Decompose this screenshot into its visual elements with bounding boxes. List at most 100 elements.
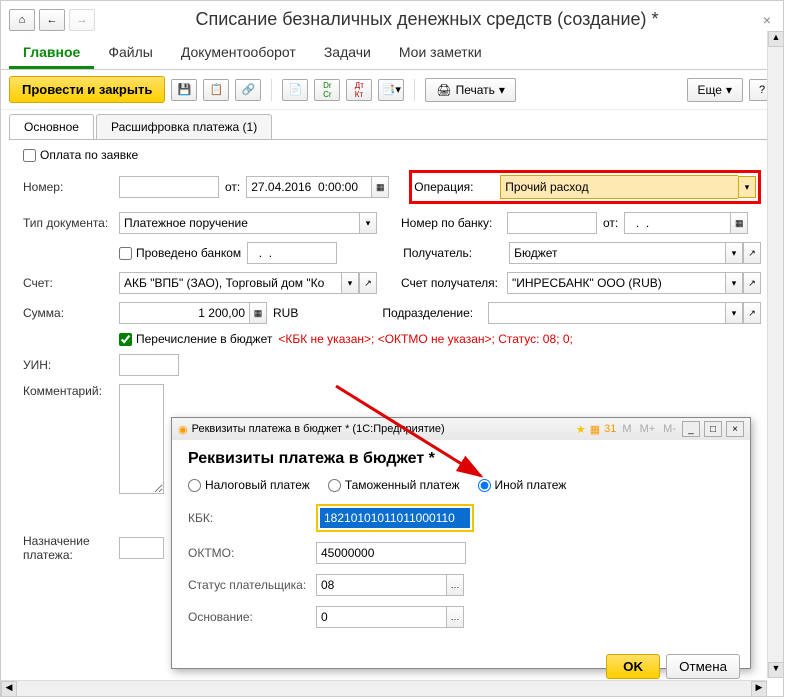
dialog-title-text: Реквизиты платежа в бюджет * (1С:Предпри… bbox=[192, 423, 572, 435]
calendar-dlg-icon[interactable]: 31 bbox=[604, 423, 616, 435]
basis-input[interactable] bbox=[316, 606, 446, 628]
kbk-input[interactable] bbox=[320, 508, 470, 528]
separator bbox=[414, 79, 415, 101]
submit-close-button[interactable]: Провести и закрыть bbox=[9, 76, 165, 103]
ok-button[interactable]: OK bbox=[606, 654, 660, 679]
calendar-icon[interactable]: ▦ bbox=[730, 212, 748, 234]
window-title: Списание безналичных денежных средств (с… bbox=[99, 5, 755, 34]
m-minus-button[interactable]: M- bbox=[661, 423, 678, 435]
operation-select[interactable] bbox=[500, 175, 738, 199]
save-icon[interactable]: 💾 bbox=[171, 79, 197, 101]
dt-kt-icon[interactable]: ДтКт bbox=[346, 79, 372, 101]
m-button[interactable]: M bbox=[620, 423, 633, 435]
print-button[interactable]: 🖨 Печать ▾ bbox=[425, 78, 516, 102]
currency-label: RUB bbox=[273, 306, 298, 320]
recipient-input[interactable] bbox=[509, 242, 725, 264]
dropdown-icon[interactable]: ▾ bbox=[359, 212, 377, 234]
open-icon[interactable]: ↗ bbox=[359, 272, 377, 294]
rec-account-input[interactable] bbox=[507, 272, 725, 294]
bank-from-label: от: bbox=[603, 216, 618, 230]
calendar-icon[interactable]: ▦ bbox=[371, 176, 389, 198]
sum-input[interactable] bbox=[119, 302, 249, 324]
tab-main[interactable]: Главное bbox=[9, 38, 94, 69]
processed-checkbox[interactable]: Проведено банком bbox=[119, 246, 241, 260]
dropdown-icon[interactable]: ▾ bbox=[341, 272, 359, 294]
pay-by-request-checkbox[interactable]: Оплата по заявке bbox=[23, 148, 138, 162]
oktmo-input[interactable] bbox=[316, 542, 466, 564]
forward-icon[interactable]: → bbox=[69, 9, 95, 31]
division-input[interactable] bbox=[488, 302, 725, 324]
operation-dropdown-icon[interactable]: ▾ bbox=[738, 176, 756, 198]
scroll-down-icon[interactable]: ▼ bbox=[768, 662, 784, 678]
radio-other[interactable]: Иной платеж bbox=[478, 478, 567, 492]
processed-date-input[interactable] bbox=[247, 242, 337, 264]
minimize-icon[interactable]: _ bbox=[682, 421, 700, 437]
scroll-right-icon[interactable]: ▶ bbox=[751, 681, 767, 697]
back-icon[interactable]: ← bbox=[39, 9, 65, 31]
home-icon[interactable]: ⌂ bbox=[9, 9, 35, 31]
purpose-input[interactable] bbox=[119, 537, 164, 559]
dropdown-icon[interactable]: ▾ bbox=[725, 242, 743, 264]
account-label: Счет: bbox=[23, 276, 113, 290]
bank-num-input[interactable] bbox=[507, 212, 597, 234]
kbk-label: КБК: bbox=[188, 511, 308, 525]
bank-date-input[interactable] bbox=[624, 212, 730, 234]
kbk-highlight bbox=[316, 504, 474, 532]
vertical-scrollbar[interactable]: ▲ ▼ bbox=[767, 31, 783, 678]
open-icon[interactable]: ↗ bbox=[743, 242, 761, 264]
account-select[interactable] bbox=[119, 272, 341, 294]
radio-customs[interactable]: Таможенный платеж bbox=[328, 478, 460, 492]
app-icon: ◉ bbox=[178, 423, 188, 436]
date-input[interactable] bbox=[246, 176, 371, 198]
subtab-main[interactable]: Основное bbox=[9, 114, 94, 139]
division-label: Подразделение: bbox=[382, 306, 482, 320]
dialog-titlebar: ◉ Реквизиты платежа в бюджет * (1С:Предп… bbox=[172, 418, 750, 440]
calc-icon[interactable]: ▦ bbox=[590, 423, 600, 436]
post-icon[interactable]: 📋 bbox=[203, 79, 229, 101]
close-icon[interactable]: × bbox=[759, 12, 775, 28]
scroll-left-icon[interactable]: ◀ bbox=[1, 681, 17, 697]
maximize-icon[interactable]: □ bbox=[704, 421, 722, 437]
operation-label: Операция: bbox=[414, 180, 494, 194]
doctype-label: Тип документа: bbox=[23, 216, 113, 230]
cancel-button[interactable]: Отмена bbox=[666, 654, 740, 679]
dialog-body: Реквизиты платежа в бюджет * Налоговый п… bbox=[172, 440, 750, 648]
purpose-label: Назначение платежа: bbox=[23, 534, 113, 563]
open-icon[interactable]: ↗ bbox=[743, 272, 761, 294]
open-icon[interactable]: ↗ bbox=[743, 302, 761, 324]
doctype-select[interactable] bbox=[119, 212, 359, 234]
favorite-icon[interactable]: ★ bbox=[576, 423, 586, 436]
rec-account-label: Счет получателя: bbox=[401, 276, 501, 290]
ellipsis-icon[interactable]: … bbox=[446, 574, 464, 596]
uin-label: УИН: bbox=[23, 358, 113, 372]
bank-num-label: Номер по банку: bbox=[401, 216, 501, 230]
from-label: от: bbox=[225, 180, 240, 194]
budget-transfer-checkbox[interactable]: Перечисление в бюджет bbox=[119, 332, 272, 346]
ellipsis-icon[interactable]: … bbox=[446, 606, 464, 628]
calculator-icon[interactable]: ▦ bbox=[249, 302, 267, 324]
dropdown-icon[interactable]: ▾ bbox=[725, 272, 743, 294]
titlebar: ⌂ ← → Списание безналичных денежных сред… bbox=[1, 1, 783, 38]
uin-input[interactable] bbox=[119, 354, 179, 376]
dropdown-icon[interactable]: ▾ bbox=[725, 302, 743, 324]
m-plus-button[interactable]: M+ bbox=[638, 423, 658, 435]
main-tabs: Главное Файлы Документооборот Задачи Мои… bbox=[1, 38, 783, 70]
comment-textarea[interactable] bbox=[119, 384, 164, 494]
tab-files[interactable]: Файлы bbox=[94, 38, 166, 69]
dialog-close-icon[interactable]: × bbox=[726, 421, 744, 437]
radio-tax[interactable]: Налоговый платеж bbox=[188, 478, 310, 492]
number-input[interactable] bbox=[119, 176, 219, 198]
create-basis-icon[interactable]: 📑▾ bbox=[378, 79, 404, 101]
link-icon[interactable]: 🔗 bbox=[235, 79, 261, 101]
operation-highlight: Операция: ▾ bbox=[409, 170, 761, 204]
dr-cr-icon[interactable]: DrCr bbox=[314, 79, 340, 101]
sum-label: Сумма: bbox=[23, 306, 113, 320]
scroll-up-icon[interactable]: ▲ bbox=[768, 31, 784, 47]
tab-notes[interactable]: Мои заметки bbox=[385, 38, 496, 69]
status-input[interactable] bbox=[316, 574, 446, 596]
tab-tasks[interactable]: Задачи bbox=[310, 38, 385, 69]
tab-docflow[interactable]: Документооборот bbox=[167, 38, 310, 69]
doc-icon[interactable]: 📄 bbox=[282, 79, 308, 101]
more-button[interactable]: Еще ▾ bbox=[687, 78, 743, 102]
subtab-decode[interactable]: Расшифровка платежа (1) bbox=[96, 114, 272, 139]
